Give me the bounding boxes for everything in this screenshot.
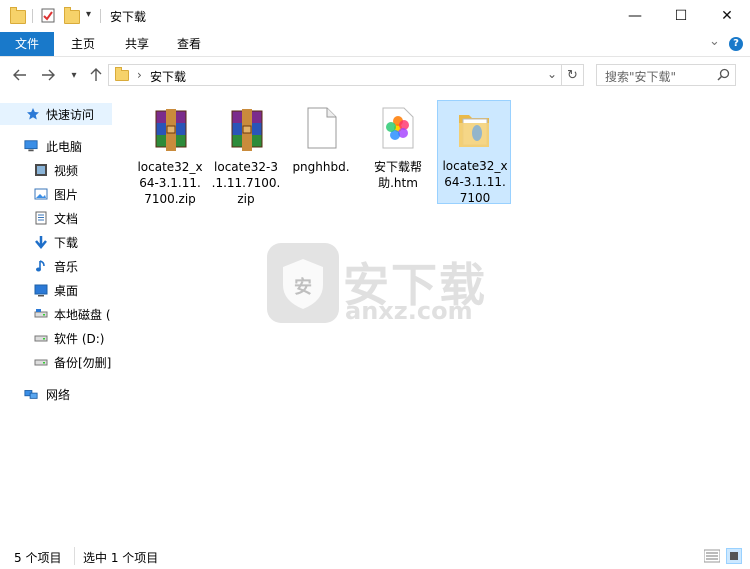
file-item[interactable]: pnghhbd. [284,101,358,205]
help-icon[interactable]: ? [729,37,743,51]
nav-label: 图片 [54,187,79,202]
nav-item-downloads[interactable]: 下载 [0,231,112,253]
folder-icon [457,109,491,152]
nav-label: 音乐 [54,259,79,274]
tab-file[interactable]: 文件 [0,32,54,56]
divider [100,9,101,23]
drive-icon [34,307,48,321]
window-title: 安下载 [110,10,147,24]
watermark-logo: 安 [267,243,339,323]
file-item[interactable]: 安下载帮 助.htm [361,101,435,205]
star-icon [26,107,40,121]
navigation-pane: 快速访问 此电脑 视频 图片 文档 下载 音乐 桌面 本地磁盘 (软件 (D:… [0,93,112,545]
search-placeholder: 搜索"安下载" [605,70,677,84]
expand-ribbon-icon[interactable]: ⌄ [709,34,720,49]
file-name: locate32-3.1.11.7100. zip [211,160,281,206]
file-name: locate32_x 64-3.1.11. 7100 [442,159,508,205]
nav-item-desktop[interactable]: 桌面 [0,279,112,301]
nav-item-documents[interactable]: 文档 [0,207,112,229]
minimize-button[interactable]: — [612,0,658,32]
folder-icon [115,67,129,81]
nav-label: 软件 (D:) [54,331,105,346]
nav-label: 桌面 [54,283,79,298]
nav-label: 此电脑 [46,139,83,154]
file-name: pnghhbd. [292,160,350,174]
forward-arrow-icon[interactable] [38,65,58,85]
watermark-shield-text: 安 [294,277,312,298]
divider [32,9,33,23]
pictures-icon [34,187,48,201]
nav-label: 本地磁盘 ( [54,307,111,322]
refresh-icon[interactable]: ↻ [562,64,584,86]
details-view-icon[interactable] [703,549,721,566]
customize-quick-access-icon[interactable]: ▾ [86,9,91,20]
recent-locations-icon[interactable]: ▾ [64,65,84,85]
up-arrow-icon[interactable] [86,65,106,85]
nav-quick-access[interactable]: 快速访问 [0,103,112,125]
network-icon [24,387,38,401]
back-arrow-icon[interactable] [10,65,30,85]
winrar-archive-icon [230,109,264,151]
file-name: locate32_x 64-3.1.11. 7100.zip [137,160,203,206]
divider [74,547,75,565]
nav-network[interactable]: 网络 [0,383,112,405]
nav-label: 视频 [54,163,79,178]
selection-count: 选中 1 个项目 [83,551,159,565]
close-button[interactable]: ✕ [704,0,750,32]
computer-icon [24,139,38,153]
tab-home[interactable]: 主页 [58,32,108,56]
desktop-icon [34,283,48,297]
photos-htm-icon [382,107,414,152]
nav-label: 备份[勿删] [54,355,112,370]
file-item-selected[interactable]: locate32_x 64-3.1.11. 7100 [437,100,511,205]
blank-file-icon [307,107,337,152]
search-input[interactable]: 搜索"安下载" [596,64,736,86]
winrar-archive-icon [154,109,188,151]
nav-item-backup-drive[interactable]: 备份[勿删] [0,351,112,373]
nav-item-videos[interactable]: 视频 [0,159,112,181]
title-bar: ▾ 安下载 — ☐ ✕ [0,0,750,32]
path-segment[interactable]: 安下载 [150,68,186,85]
downloads-icon [34,235,48,249]
path-separator: › [137,68,142,82]
watermark-text-en: anxz.com [345,297,473,325]
nav-label: 快速访问 [46,107,95,122]
file-item[interactable]: locate32-3.1.11.7100. zip [209,101,283,206]
search-icon[interactable] [717,68,730,84]
large-icons-view-icon[interactable] [726,548,742,564]
video-icon [34,163,48,177]
properties-icon[interactable] [41,8,55,23]
nav-item-software-drive[interactable]: 软件 (D:) [0,327,112,349]
nav-item-local-disk[interactable]: 本地磁盘 ( [0,303,112,325]
tab-view[interactable]: 查看 [164,32,214,56]
tab-share[interactable]: 共享 [112,32,162,56]
drive-icon [34,331,48,345]
nav-item-pictures[interactable]: 图片 [0,183,112,205]
file-item[interactable]: locate32_x 64-3.1.11. 7100.zip [133,101,207,206]
nav-item-music[interactable]: 音乐 [0,255,112,277]
nav-label: 文档 [54,211,79,226]
documents-icon [34,211,48,225]
address-row: ▾ › 安下载 ⌄ ↻ 搜索"安下载" [0,57,750,93]
folder-icon [10,7,26,24]
new-folder-icon[interactable] [64,7,80,24]
ribbon-tabs: 文件 主页 共享 查看 ⌄ ? [0,32,750,57]
status-bar: 5 个项目 选中 1 个项目 [0,545,750,569]
nav-this-pc[interactable]: 此电脑 [0,135,112,157]
nav-label: 网络 [46,387,71,402]
address-bar[interactable]: › 安下载 ⌄ [108,64,562,86]
maximize-button[interactable]: ☐ [658,0,704,32]
file-list: 安 安下载 anxz.com locate32_x 64-3.1.11. 7100.… [113,93,750,545]
item-count: 5 个项目 [14,551,62,565]
drive-icon [34,355,48,369]
music-icon [34,259,48,273]
address-dropdown-icon[interactable]: ⌄ [547,67,557,81]
nav-label: 下载 [54,235,79,250]
file-name: 安下载帮 助.htm [373,160,422,190]
